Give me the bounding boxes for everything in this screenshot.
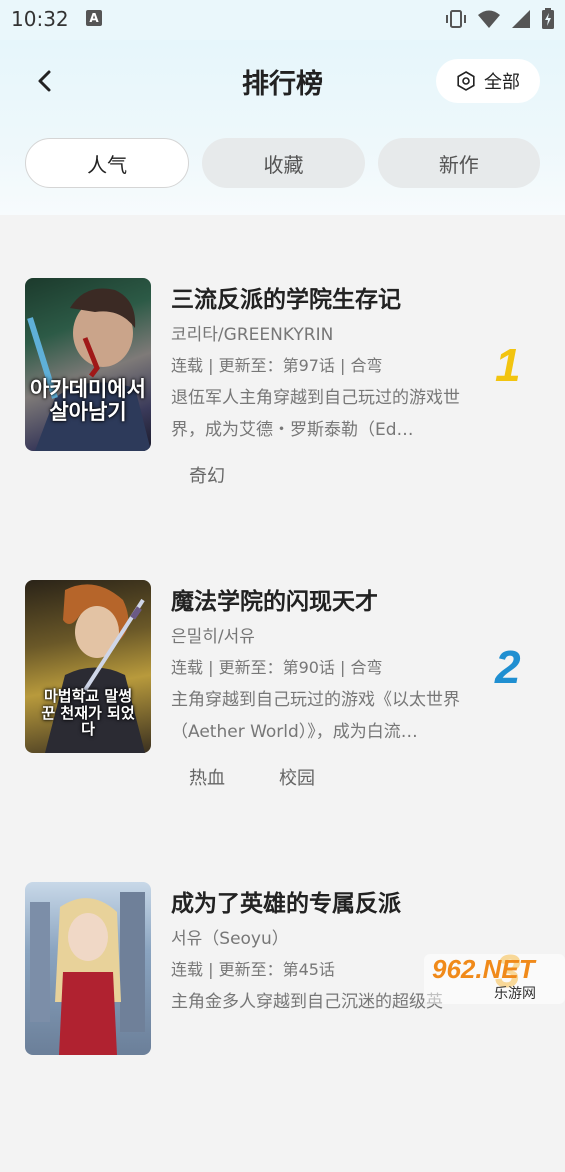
item-status: 连载 | 更新至：第97话 | 合弯	[171, 356, 383, 375]
tag-label[interactable]: 校园	[279, 764, 315, 790]
rank-number: 1	[495, 339, 521, 391]
cover-title-text: 마법학교 말썽꾼 천재가 되었다	[41, 687, 135, 738]
item-author: 은밀히/서유	[171, 627, 255, 647]
list-item[interactable]: 아카데미에서 살아남기 三流反派的学院生存记 코리타/GREENKYRIN 连载…	[0, 278, 565, 568]
signal-icon	[512, 10, 530, 28]
cover-image[interactable]: 아카데미에서 살아남기	[25, 278, 151, 451]
item-description: 退伍军人主角穿越到自己玩过的游戏世界，成为艾德・罗斯泰勒（Ed…	[171, 388, 460, 440]
tab-favorites[interactable]: 收藏	[202, 138, 365, 188]
item-tags: 热血 校园	[189, 764, 315, 790]
filter-all-label: 全部	[484, 72, 520, 93]
watermark-logo: 962.NET 乐游网	[424, 950, 565, 1004]
list-item[interactable]: 마법학교 말썽꾼 천재가 되었다 魔法学院的闪现天才 은밀히/서유 连载 | 更…	[0, 580, 565, 870]
rank-number: 2	[495, 641, 521, 693]
status-time: 10:32	[11, 7, 69, 31]
battery-icon	[542, 8, 554, 29]
cover-image[interactable]	[25, 882, 151, 1055]
vibrate-icon	[446, 10, 466, 28]
item-title[interactable]: 成为了英雄的专属反派	[171, 884, 401, 918]
item-title[interactable]: 魔法学院的闪现天才	[171, 582, 378, 616]
list-item[interactable]: 成为了英雄的专属反派 서유（Seoyu） 连载 | 更新至：第45话 主角金多人…	[0, 882, 565, 1172]
status-bar: 10:32 A	[0, 0, 565, 40]
notification-icon: A	[86, 10, 102, 26]
item-author: 코리타/GREENKYRIN	[171, 325, 334, 345]
item-status: 连载 | 更新至：第45话	[171, 960, 335, 979]
item-tags: 奇幻	[189, 462, 225, 488]
wifi-icon	[478, 10, 500, 28]
watermark-subtext: 乐游网	[494, 986, 536, 1002]
ranking-tabs: 人气 收藏 新作	[25, 138, 540, 188]
item-title[interactable]: 三流反派的学院生存记	[171, 280, 401, 314]
filter-all-button[interactable]: 全部	[436, 59, 540, 103]
item-author: 서유（Seoyu）	[171, 929, 289, 949]
tab-popular[interactable]: 人气	[25, 138, 190, 188]
watermark-text: 962.NET	[432, 954, 535, 984]
filter-icon	[457, 71, 475, 91]
tag-label[interactable]: 热血	[189, 764, 225, 790]
tag-label[interactable]: 奇幻	[189, 462, 225, 488]
header: 排行榜 全部 人气 收藏 新作	[0, 40, 565, 215]
tab-new[interactable]: 新作	[377, 138, 540, 188]
item-description: 主角穿越到自己玩过的游戏《以太世界（Aether World）》，成为白流…	[171, 690, 460, 742]
cover-image[interactable]: 마법학교 말썽꾼 천재가 되었다	[25, 580, 151, 753]
item-status: 连载 | 更新至：第90话 | 合弯	[171, 658, 383, 677]
cover-title-text: 아카데미에서 살아남기	[30, 377, 146, 425]
